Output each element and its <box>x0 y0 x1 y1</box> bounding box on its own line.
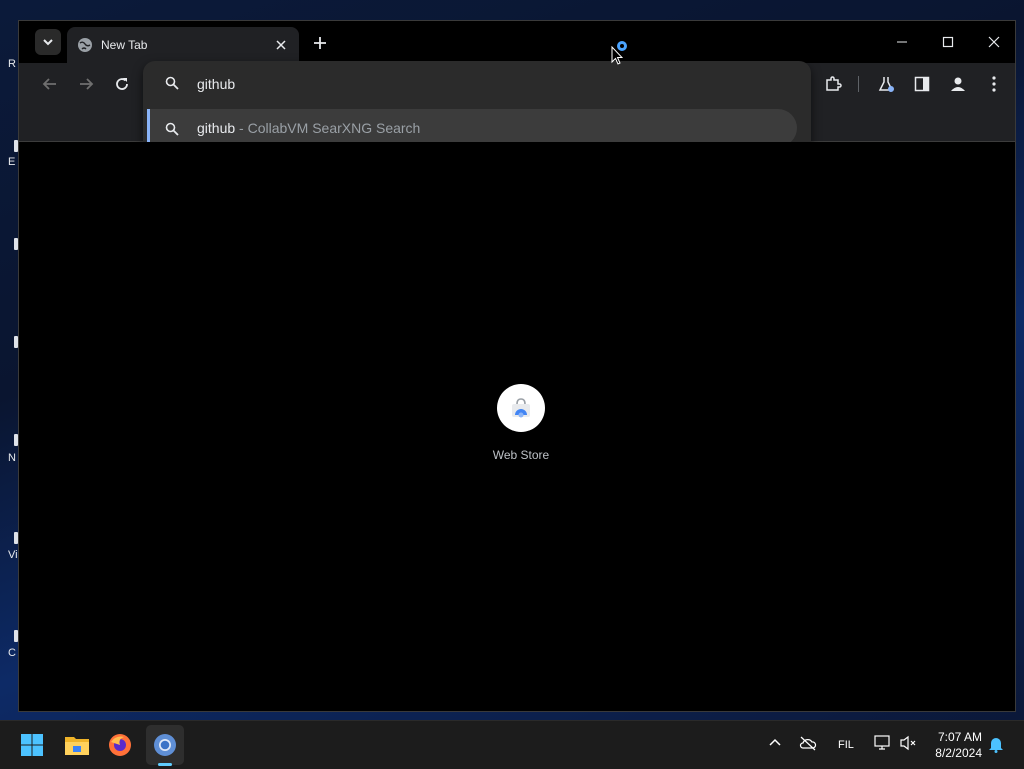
reload-button[interactable] <box>111 73 133 95</box>
side-panel-button[interactable] <box>911 73 933 95</box>
close-window-button[interactable] <box>983 31 1005 53</box>
tab-new-tab[interactable]: New Tab <box>67 27 299 63</box>
start-button[interactable] <box>16 729 48 761</box>
search-icon <box>165 122 179 136</box>
web-store-icon <box>512 398 530 418</box>
omnibox-input-row <box>143 61 811 107</box>
more-vertical-icon <box>992 76 996 92</box>
taskbar-file-explorer[interactable] <box>61 729 93 761</box>
new-tab-button[interactable] <box>309 32 331 54</box>
toolbar-divider <box>858 76 859 92</box>
tab-close-button[interactable] <box>273 37 289 53</box>
suggestion-query: github <box>197 120 236 136</box>
maximize-button[interactable] <box>937 31 959 53</box>
clock-date: 8/2/2024 <box>935 746 982 760</box>
suggestion-separator: - <box>235 120 248 136</box>
flask-icon <box>878 77 894 92</box>
firefox-icon <box>109 734 131 756</box>
taskbar-firefox[interactable] <box>104 729 136 761</box>
windows-start-icon <box>21 734 43 756</box>
close-icon <box>276 40 286 50</box>
side-panel-icon <box>914 76 930 92</box>
network-button[interactable] <box>874 735 892 754</box>
extensions-button[interactable] <box>822 73 844 95</box>
chevron-down-icon <box>43 39 53 46</box>
cloud-status-button[interactable] <box>799 735 817 754</box>
minimize-icon <box>897 41 907 43</box>
forward-button[interactable] <box>75 73 97 95</box>
system-clock[interactable]: 7:07 AM 8/2/2024 <box>935 729 982 761</box>
notifications-button[interactable] <box>988 735 1004 756</box>
reload-icon <box>116 78 128 90</box>
taskbar-chrome[interactable] <box>149 729 181 761</box>
arrow-left-icon <box>42 78 56 90</box>
suggestion-engine: CollabVM SearXNG Search <box>247 120 421 136</box>
network-icon <box>874 735 890 750</box>
bell-icon <box>989 738 1003 753</box>
minimize-button[interactable] <box>891 31 913 53</box>
input-language-button[interactable]: FIL <box>838 739 854 751</box>
plus-icon <box>314 37 326 49</box>
labs-button[interactable] <box>875 73 897 95</box>
clock-time: 7:07 AM <box>937 730 982 744</box>
chevron-up-icon <box>769 738 781 746</box>
close-icon <box>988 36 1000 48</box>
tab-strip: New Tab <box>19 21 1015 63</box>
omnibox-dropdown: github - CollabVM SearXNG Search <box>143 61 811 155</box>
back-button[interactable] <box>39 73 61 95</box>
shortcut-web-store[interactable]: Web Store <box>481 384 561 462</box>
shortcut-icon-circle <box>497 384 545 432</box>
volume-button[interactable] <box>900 735 918 754</box>
profile-button[interactable] <box>947 73 969 95</box>
taskbar: FIL 7:07 AM 8/2/2024 <box>0 720 1024 769</box>
chrome-icon <box>154 734 176 756</box>
shortcut-label: Web Store <box>492 448 550 462</box>
browser-window: New Tab github github - CollabVM SearXNG… <box>18 20 1016 712</box>
suggestion-text: github - CollabVM SearXNG Search <box>197 120 420 136</box>
maximize-icon <box>942 36 954 48</box>
arrow-right-icon <box>80 78 94 90</box>
profile-icon <box>951 77 965 91</box>
new-tab-page: Web Store <box>19 142 1015 711</box>
address-bar-input[interactable] <box>197 73 777 95</box>
tab-title: New Tab <box>101 38 148 52</box>
file-explorer-icon <box>65 737 89 755</box>
globe-icon <box>78 38 92 52</box>
tab-search-button[interactable] <box>35 29 61 55</box>
puzzle-icon <box>826 76 842 91</box>
search-icon <box>165 76 179 90</box>
cloud-off-icon <box>799 736 817 751</box>
menu-button[interactable] <box>983 73 1005 95</box>
loading-spinner-icon <box>617 41 627 51</box>
show-hidden-icons-button[interactable] <box>768 736 782 753</box>
taskbar-running-indicator <box>158 763 172 766</box>
speaker-muted-icon <box>900 735 916 751</box>
